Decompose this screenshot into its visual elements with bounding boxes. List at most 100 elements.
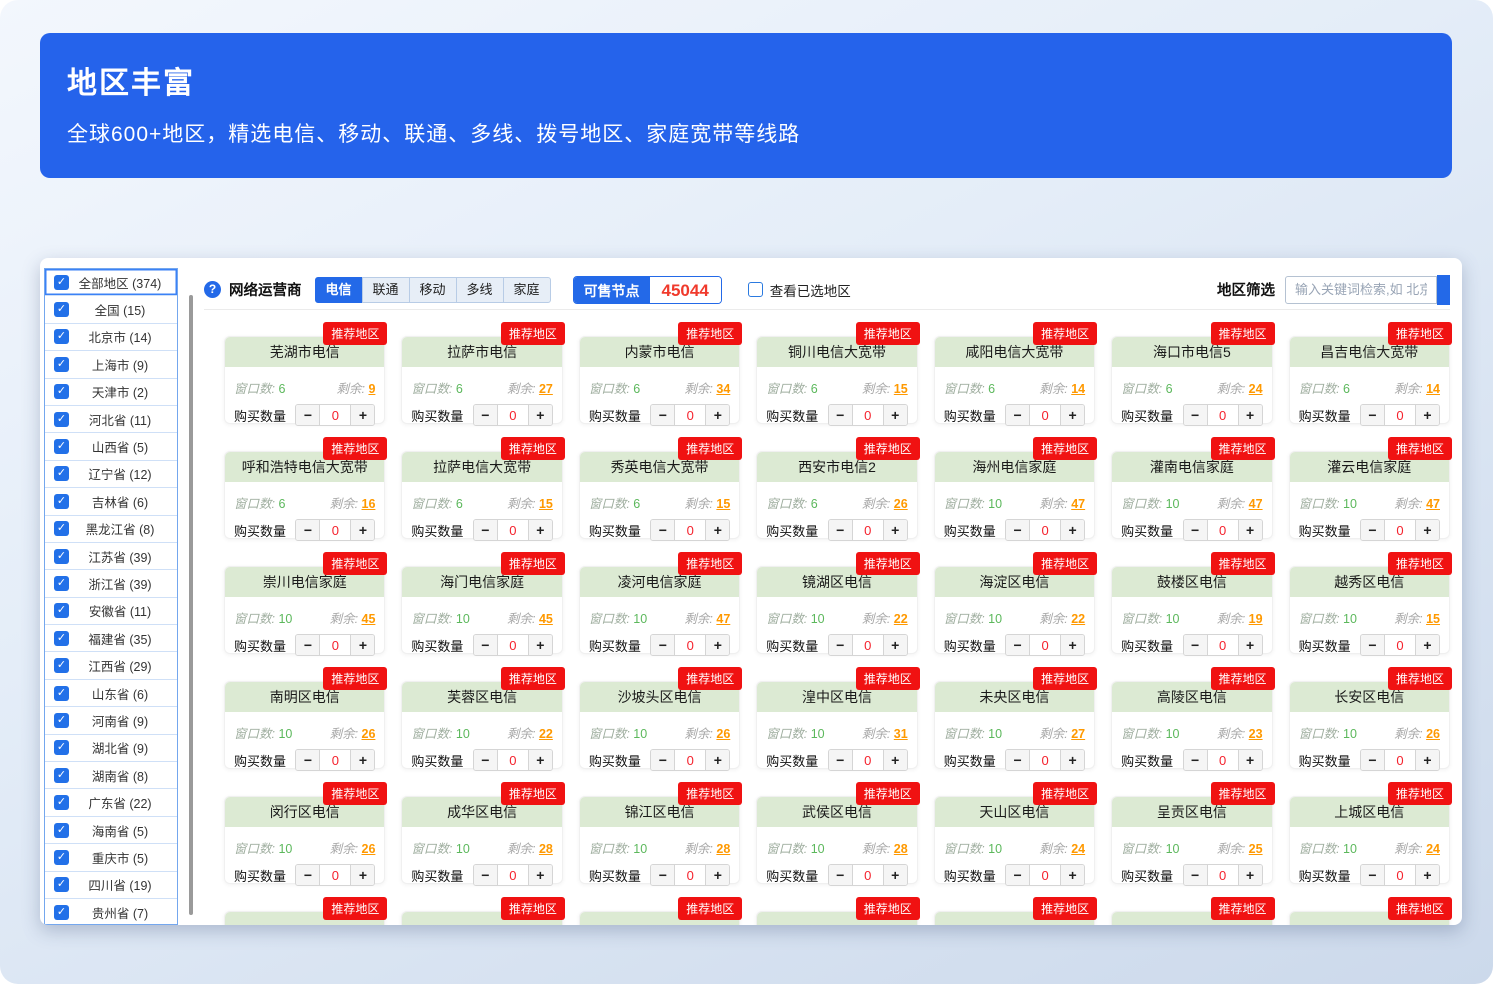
plus-button[interactable]: + bbox=[1416, 405, 1439, 425]
sidebar-region-item[interactable]: ✓ 黑龙江省 (8) bbox=[45, 516, 177, 543]
remaining-count[interactable]: 剩余: 28 bbox=[862, 838, 908, 857]
plus-button[interactable]: + bbox=[1239, 750, 1262, 770]
remaining-count[interactable]: 剩余: 15 bbox=[684, 493, 730, 512]
minus-button[interactable]: − bbox=[829, 865, 852, 885]
checkbox-checked-icon[interactable]: ✓ bbox=[54, 576, 69, 591]
sidebar-region-item[interactable]: ✓ 北京市 (14) bbox=[45, 324, 177, 351]
minus-button[interactable]: − bbox=[1184, 405, 1207, 425]
quantity-value[interactable]: 0 bbox=[1207, 405, 1239, 425]
quantity-value[interactable]: 0 bbox=[497, 520, 529, 540]
sidebar-region-item[interactable]: ✓ 重庆市 (5) bbox=[45, 844, 177, 871]
remaining-count[interactable]: 剩余: 47 bbox=[684, 608, 730, 627]
sidebar-region-item[interactable]: ✓ 河北省 (11) bbox=[45, 406, 177, 433]
checkbox-checked-icon[interactable]: ✓ bbox=[54, 795, 69, 810]
checkbox-checked-icon[interactable]: ✓ bbox=[54, 823, 69, 838]
help-icon[interactable]: ? bbox=[204, 281, 221, 298]
minus-button[interactable]: − bbox=[651, 405, 674, 425]
plus-button[interactable]: + bbox=[1061, 520, 1084, 540]
region-search-input[interactable] bbox=[1285, 276, 1437, 304]
quantity-value[interactable]: 0 bbox=[674, 865, 706, 885]
checkbox-checked-icon[interactable]: ✓ bbox=[54, 658, 69, 673]
remaining-count[interactable]: 剩余: 23 bbox=[1217, 723, 1263, 742]
quantity-value[interactable]: 0 bbox=[319, 750, 351, 770]
remaining-count[interactable]: 剩余: 15 bbox=[862, 378, 908, 397]
sidebar-region-item[interactable]: ✓ 湖北省 (9) bbox=[45, 735, 177, 762]
plus-button[interactable]: + bbox=[884, 520, 907, 540]
checkbox-checked-icon[interactable]: ✓ bbox=[54, 412, 69, 427]
minus-button[interactable]: − bbox=[651, 865, 674, 885]
plus-button[interactable]: + bbox=[884, 750, 907, 770]
quantity-value[interactable]: 0 bbox=[674, 405, 706, 425]
plus-button[interactable]: + bbox=[1061, 865, 1084, 885]
sidebar-region-item[interactable]: ✓ 吉林省 (6) bbox=[45, 488, 177, 515]
remaining-count[interactable]: 剩余: 24 bbox=[1394, 838, 1440, 857]
quantity-value[interactable]: 0 bbox=[852, 520, 884, 540]
minus-button[interactable]: − bbox=[474, 520, 497, 540]
sidebar-region-item[interactable]: ✓ 山西省 (5) bbox=[45, 433, 177, 460]
operator-tab[interactable]: 电信 bbox=[315, 277, 363, 303]
minus-button[interactable]: − bbox=[296, 635, 319, 655]
remaining-count[interactable]: 剩余: 45 bbox=[330, 608, 376, 627]
quantity-value[interactable]: 0 bbox=[1207, 520, 1239, 540]
plus-button[interactable]: + bbox=[1061, 750, 1084, 770]
plus-button[interactable]: + bbox=[884, 865, 907, 885]
remaining-count[interactable]: 剩余: 24 bbox=[1039, 838, 1085, 857]
remaining-count[interactable]: 剩余: 15 bbox=[1394, 608, 1440, 627]
checkbox-checked-icon[interactable]: ✓ bbox=[54, 905, 69, 920]
minus-button[interactable]: − bbox=[1006, 405, 1029, 425]
remaining-count[interactable]: 剩余: 14 bbox=[1394, 378, 1440, 397]
remaining-count[interactable]: 剩余: 27 bbox=[507, 378, 553, 397]
minus-button[interactable]: − bbox=[296, 865, 319, 885]
quantity-value[interactable]: 0 bbox=[1207, 750, 1239, 770]
remaining-count[interactable]: 剩余: 14 bbox=[1039, 378, 1085, 397]
minus-button[interactable]: − bbox=[1184, 750, 1207, 770]
minus-button[interactable]: − bbox=[1006, 635, 1029, 655]
sidebar-region-item[interactable]: ✓ 山东省 (6) bbox=[45, 680, 177, 707]
quantity-value[interactable]: 0 bbox=[1029, 405, 1061, 425]
checkbox-checked-icon[interactable]: ✓ bbox=[54, 494, 69, 509]
minus-button[interactable]: − bbox=[474, 865, 497, 885]
plus-button[interactable]: + bbox=[1416, 520, 1439, 540]
quantity-value[interactable]: 0 bbox=[497, 865, 529, 885]
plus-button[interactable]: + bbox=[529, 635, 552, 655]
quantity-value[interactable]: 0 bbox=[1029, 635, 1061, 655]
checkbox-checked-icon[interactable]: ✓ bbox=[54, 439, 69, 454]
checkbox-checked-icon[interactable]: ✓ bbox=[54, 686, 69, 701]
remaining-count[interactable]: 剩余: 47 bbox=[1394, 493, 1440, 512]
minus-button[interactable]: − bbox=[296, 405, 319, 425]
quantity-value[interactable]: 0 bbox=[1207, 635, 1239, 655]
operator-tab[interactable]: 多线 bbox=[456, 277, 504, 303]
plus-button[interactable]: + bbox=[351, 865, 374, 885]
sidebar-region-item[interactable]: ✓ 河南省 (9) bbox=[45, 707, 177, 734]
operator-tab[interactable]: 联通 bbox=[362, 277, 410, 303]
plus-button[interactable]: + bbox=[529, 405, 552, 425]
sidebar-region-item[interactable]: ✓ 浙江省 (39) bbox=[45, 570, 177, 597]
remaining-count[interactable]: 剩余: 22 bbox=[862, 608, 908, 627]
plus-button[interactable]: + bbox=[884, 405, 907, 425]
remaining-count[interactable]: 剩余: 26 bbox=[330, 838, 376, 857]
plus-button[interactable]: + bbox=[706, 405, 729, 425]
quantity-value[interactable]: 0 bbox=[1384, 750, 1416, 770]
minus-button[interactable]: − bbox=[651, 520, 674, 540]
checkbox-checked-icon[interactable]: ✓ bbox=[54, 603, 69, 618]
quantity-value[interactable]: 0 bbox=[852, 750, 884, 770]
minus-button[interactable]: − bbox=[296, 520, 319, 540]
sidebar-region-item[interactable]: ✓ 天津市 (2) bbox=[45, 379, 177, 406]
remaining-count[interactable]: 剩余: 26 bbox=[330, 723, 376, 742]
minus-button[interactable]: − bbox=[829, 750, 852, 770]
quantity-value[interactable]: 0 bbox=[1384, 865, 1416, 885]
minus-button[interactable]: − bbox=[1184, 520, 1207, 540]
quantity-value[interactable]: 0 bbox=[497, 635, 529, 655]
search-button[interactable] bbox=[1437, 275, 1450, 305]
plus-button[interactable]: + bbox=[884, 635, 907, 655]
checkbox-checked-icon[interactable]: ✓ bbox=[54, 302, 69, 317]
minus-button[interactable]: − bbox=[1006, 520, 1029, 540]
remaining-count[interactable]: 剩余: 19 bbox=[1217, 608, 1263, 627]
remaining-count[interactable]: 剩余: 26 bbox=[1394, 723, 1440, 742]
checkbox-checked-icon[interactable]: ✓ bbox=[54, 521, 69, 536]
plus-button[interactable]: + bbox=[1061, 635, 1084, 655]
minus-button[interactable]: − bbox=[1006, 750, 1029, 770]
quantity-value[interactable]: 0 bbox=[319, 865, 351, 885]
minus-button[interactable]: − bbox=[1361, 520, 1384, 540]
minus-button[interactable]: − bbox=[474, 750, 497, 770]
